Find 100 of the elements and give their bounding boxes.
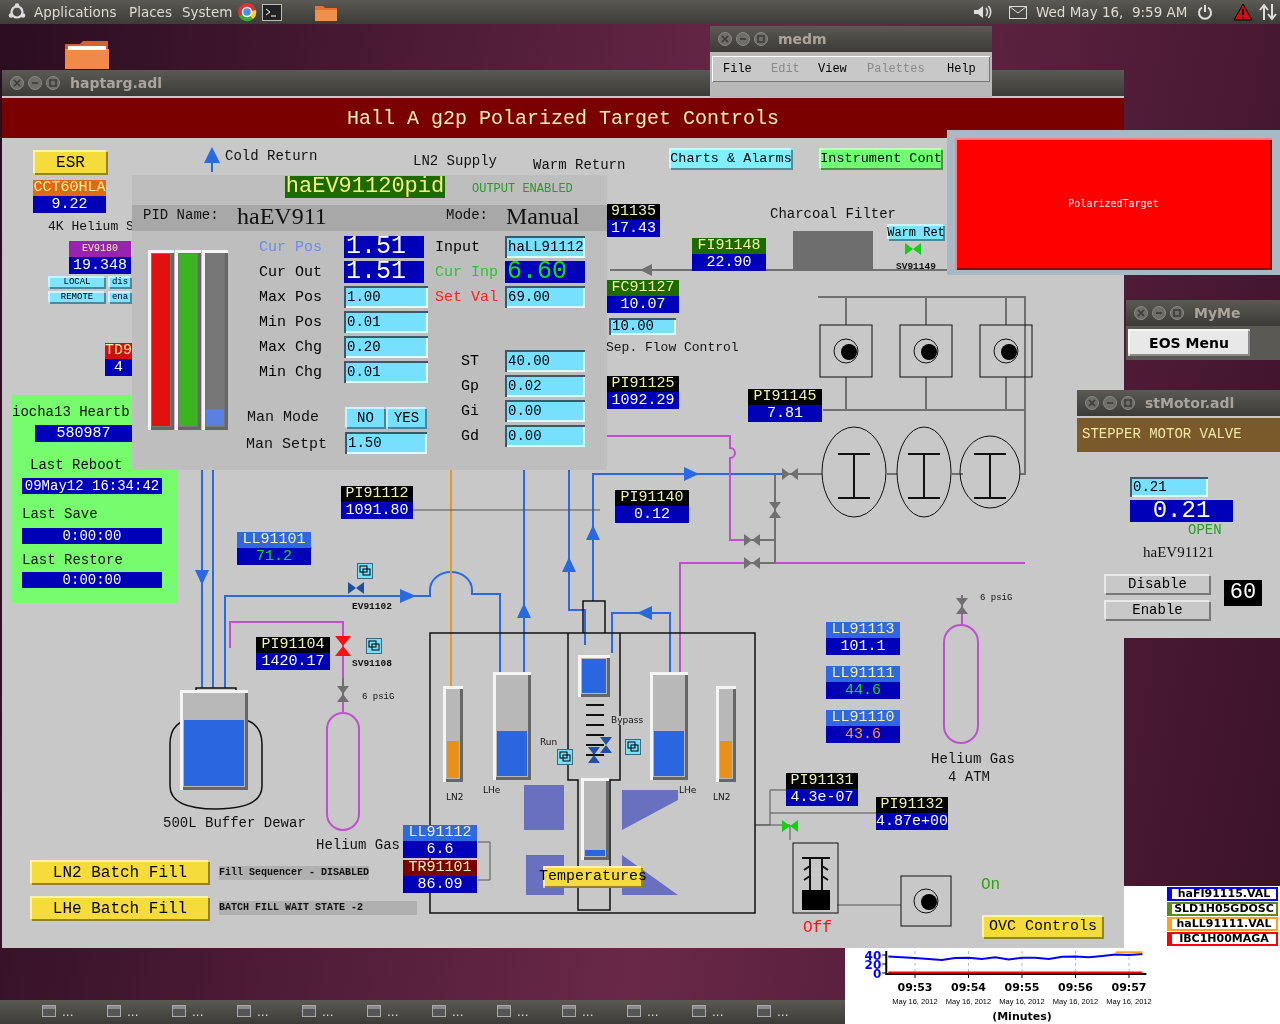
taskbar-item[interactable]: ... xyxy=(170,1003,228,1021)
menu-item[interactable]: Applications xyxy=(34,3,117,21)
pump-icon xyxy=(900,875,952,927)
taskbar-item[interactable]: ... xyxy=(105,1003,163,1021)
x-tick-label: 09:53 xyxy=(897,981,933,994)
transfer-arrows-icon[interactable] xyxy=(1258,3,1278,21)
taskbar-item[interactable]: ... xyxy=(495,1003,553,1021)
valve-name: haEV91121 xyxy=(1143,545,1215,560)
related-display-icon[interactable] xyxy=(357,563,373,579)
action-button[interactable]: ESR xyxy=(33,150,108,175)
taskbar-item[interactable]: ... xyxy=(560,1003,618,1021)
field-label: Gp xyxy=(461,379,479,394)
action-button[interactable]: Charts & Alarms xyxy=(669,148,793,170)
menu-item[interactable]: System xyxy=(182,3,233,21)
panel-title: iocha13 Heartb xyxy=(12,405,130,419)
action-button[interactable]: LN2 Batch Fill xyxy=(30,860,210,885)
window-title: medm xyxy=(778,30,827,48)
related-display-icon[interactable] xyxy=(625,739,641,755)
related-display-icon[interactable] xyxy=(557,749,573,765)
input-field[interactable]: 40.00 xyxy=(505,350,585,372)
input-field[interactable]: 0.21 xyxy=(1130,477,1208,497)
window-icon xyxy=(172,1005,186,1017)
channel-name: LL91113 xyxy=(826,622,900,638)
action-button[interactable]: OVC Controls xyxy=(982,915,1104,939)
input-field[interactable]: 0.02 xyxy=(505,375,585,397)
taskbar-item[interactable]: ... xyxy=(235,1003,293,1021)
window-icon xyxy=(692,1005,706,1017)
channel-name: 91135 xyxy=(607,204,660,220)
taskbar-item[interactable]: ... xyxy=(40,1003,98,1021)
diagram-label: Helium Gas xyxy=(931,752,1015,766)
menu-item[interactable]: View xyxy=(818,63,847,75)
taskbar-label: ... xyxy=(257,1004,269,1020)
input-field[interactable]: 0.01 xyxy=(344,311,428,333)
menu-button[interactable]: EOS Menu xyxy=(1128,329,1250,356)
window-title: haptarg.adl xyxy=(70,74,163,92)
action-button[interactable]: ena xyxy=(108,291,132,304)
diagram-label: Warm Return xyxy=(533,158,626,172)
mode-option[interactable]: YES xyxy=(386,407,427,429)
input-field[interactable]: 0.00 xyxy=(505,400,585,422)
window-icon xyxy=(497,1005,511,1017)
menu-item[interactable]: Help xyxy=(947,63,976,75)
warning-icon[interactable] xyxy=(1233,3,1253,21)
clock[interactable]: Wed May 16, 9:59 AM xyxy=(1036,3,1188,21)
valve-label: SV91149 xyxy=(896,262,936,272)
action-button[interactable]: LHe Batch Fill xyxy=(30,896,210,921)
taskbar-item[interactable]: ... xyxy=(300,1003,358,1021)
diagram-label: LN2 Supply xyxy=(413,154,497,168)
taskbar-label: ... xyxy=(647,1004,659,1020)
action-button[interactable]: Instrument Cont xyxy=(819,148,943,170)
gauge-label: LN2 xyxy=(713,792,731,802)
action-button[interactable]: Enable xyxy=(1104,600,1211,621)
input-field[interactable]: 0.01 xyxy=(344,361,428,383)
channel-value: 6.6 xyxy=(403,841,477,858)
taskbar-label: ... xyxy=(387,1004,399,1020)
input-field[interactable]: 1.00 xyxy=(344,286,428,308)
taskbar-item[interactable]: ... xyxy=(690,1003,748,1021)
folder-icon[interactable] xyxy=(64,40,110,70)
channel-name: PI91132 xyxy=(876,797,948,813)
diagram-label: Bypass xyxy=(611,716,644,725)
channel-value: 4.3e-07 xyxy=(786,789,858,806)
action-button[interactable]: dis xyxy=(108,276,132,289)
taskbar-item[interactable]: ... xyxy=(625,1003,683,1021)
channel-name: LL91111 xyxy=(826,666,900,682)
related-display-icon[interactable] xyxy=(366,638,382,654)
input-field[interactable]: 0.20 xyxy=(344,336,428,358)
input-field[interactable]: 1.50 xyxy=(345,432,427,454)
action-button[interactable]: LOCAL xyxy=(48,276,106,289)
status-label: Last Reboot xyxy=(30,458,123,472)
input-field[interactable]: 69.00 xyxy=(505,286,585,308)
volume-icon[interactable] xyxy=(973,5,993,19)
terminal-icon[interactable] xyxy=(262,4,282,21)
taskbar-item[interactable]: ... xyxy=(430,1003,488,1021)
taskbar-label: ... xyxy=(127,1004,139,1020)
gauge-label: LHe xyxy=(483,785,501,795)
taskbar-item[interactable]: ... xyxy=(365,1003,423,1021)
input-field[interactable]: 0.00 xyxy=(505,425,585,447)
action-button[interactable]: Warm Ret xyxy=(887,224,945,241)
y-axis xyxy=(881,950,888,976)
action-button[interactable]: Disable xyxy=(1104,574,1211,595)
menu-item[interactable]: Places xyxy=(129,3,172,21)
pump-icon xyxy=(899,324,953,378)
power-icon[interactable] xyxy=(1197,4,1213,20)
setpoint-field[interactable]: 10.00 xyxy=(609,318,676,335)
field-label: PID Name: xyxy=(143,208,219,222)
taskbar-item[interactable]: ... xyxy=(755,1003,813,1021)
mail-icon[interactable] xyxy=(1009,6,1027,19)
channel-name: PI91112 xyxy=(341,486,413,502)
logo-icon[interactable] xyxy=(8,3,26,21)
pump-icon xyxy=(819,324,873,378)
input-field[interactable]: haLL91112 xyxy=(505,236,585,258)
valve-icon[interactable] xyxy=(348,582,364,594)
heartbeat-value: 580987 xyxy=(35,425,132,442)
channel-name: LL91112 xyxy=(403,825,477,841)
channel-name: EV9180 xyxy=(69,241,131,257)
window-icon xyxy=(757,1005,771,1017)
browser-icon[interactable] xyxy=(237,2,257,22)
menu-item[interactable]: File xyxy=(723,63,752,75)
valve-icon[interactable] xyxy=(335,636,351,656)
mode-option[interactable]: NO xyxy=(345,407,386,429)
action-button[interactable]: REMOTE xyxy=(48,291,106,304)
